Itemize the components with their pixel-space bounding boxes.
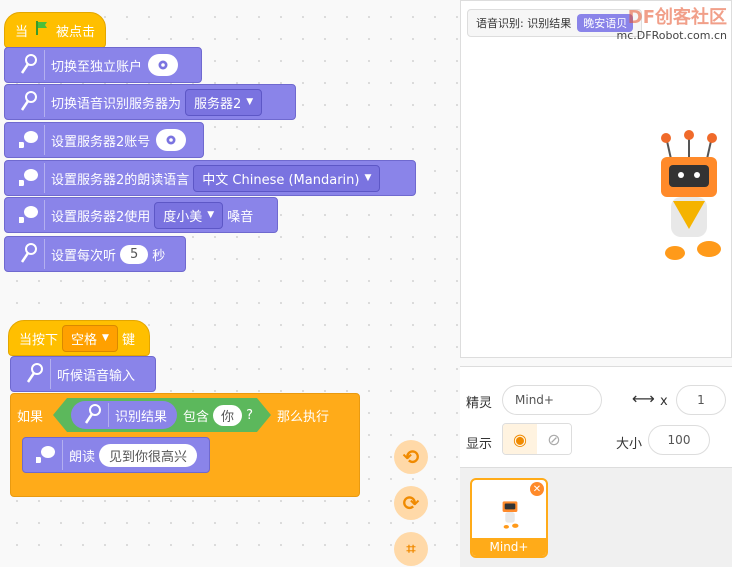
- size-label: 大小: [616, 437, 643, 452]
- thumb-name: Mind+: [472, 538, 546, 556]
- redo-icon[interactable]: ⟳: [394, 486, 428, 520]
- speak-text-input[interactable]: 见到你很高兴: [98, 443, 197, 467]
- microphone-icon: [19, 359, 51, 389]
- hat-post-text: 键: [121, 332, 135, 348]
- when-flag-clicked-block[interactable]: 当 被点击: [4, 12, 107, 48]
- switch-account-block[interactable]: 切换至独立账户: [4, 47, 202, 83]
- caret-down-icon: ▼: [246, 97, 254, 107]
- undo-icon[interactable]: ⟲: [394, 440, 428, 474]
- block-label: 朗读: [68, 449, 95, 465]
- block-label: 切换语音识别服务器为: [51, 96, 182, 112]
- gear-icon[interactable]: [148, 54, 179, 76]
- size-field[interactable]: 100: [648, 425, 710, 455]
- microphone-icon: [77, 403, 109, 427]
- dropdown-value: 度小美: [163, 209, 203, 225]
- caret-down-icon: ▼: [364, 173, 372, 183]
- block-label-post: 嗓音: [227, 209, 254, 225]
- seconds-input[interactable]: 5: [120, 244, 149, 264]
- watermark-title: DF创客社区: [627, 7, 727, 28]
- hat-pre-text: 当按下: [19, 332, 59, 348]
- delete-icon[interactable]: ✕: [530, 482, 544, 496]
- robot-sprite[interactable]: [653, 129, 725, 269]
- sprite-list: ✕ Mind+: [460, 467, 732, 567]
- set-server2-account-block[interactable]: 设置服务器2账号: [4, 122, 204, 158]
- eye-icon[interactable]: ◉: [503, 424, 537, 454]
- watermark-url: mc.DFRobot.com.cn: [616, 29, 727, 42]
- block-label: 设置服务器2使用: [51, 209, 151, 225]
- x-label: x: [660, 394, 668, 409]
- sprite-label: 精灵: [466, 396, 493, 411]
- then-label: 那么执行: [276, 409, 329, 425]
- block-label: 设置每次听: [51, 248, 117, 264]
- if-label: 如果: [17, 409, 44, 425]
- microphone-icon: [13, 239, 45, 269]
- dropdown-value: 服务器2: [194, 96, 242, 112]
- contains-condition[interactable]: 识别结果 包含 你 ?: [53, 398, 271, 432]
- stage-panel[interactable]: 语音识别: 识别结果 晚安语贝 DF创客社区 mc.DFRobot.com.cn: [460, 0, 732, 358]
- block-label: 设置服务器2的朗读语言: [51, 172, 190, 188]
- caret-down-icon: ▼: [207, 210, 215, 220]
- server-dropdown[interactable]: 服务器2 ▼: [185, 88, 263, 116]
- block-label: 听候语音输入: [57, 368, 136, 384]
- microphone-icon: [13, 87, 45, 117]
- key-dropdown[interactable]: 空格 ▼: [62, 324, 118, 352]
- monitor-label: 语音识别: 识别结果: [476, 17, 572, 30]
- recognition-result-reporter[interactable]: 识别结果: [71, 401, 177, 429]
- eye-slash-icon[interactable]: ⊘: [537, 424, 571, 454]
- robot-thumb-icon: [502, 501, 519, 529]
- sprite-name-field[interactable]: Mind+: [502, 385, 602, 415]
- watermark: DF创客社区 mc.DFRobot.com.cn: [617, 3, 727, 42]
- voice-dropdown[interactable]: 度小美 ▼: [154, 201, 224, 229]
- hat-clicked-text: 被点击: [56, 24, 96, 40]
- x-arrows-icon: ⟷: [632, 389, 655, 408]
- block-label-post: 秒: [152, 248, 166, 264]
- code-workspace[interactable]: 当 被点击 切换至独立账户 切换语音识别服务器为 服务器2 ▼ 设置服务器2账号 …: [0, 0, 458, 566]
- crop-icon[interactable]: ⌗: [394, 532, 428, 566]
- language-dropdown[interactable]: 中文 Chinese (Mandarin) ▼: [193, 164, 381, 192]
- show-label: 显示: [466, 437, 493, 452]
- if-header: 如果 识别结果 包含 你 ? 那么执行: [11, 394, 361, 436]
- green-flag-icon: [34, 20, 50, 40]
- hat-when-text: 当: [15, 24, 29, 40]
- dropdown-value: 空格: [71, 332, 98, 348]
- speech-bubble-icon: [13, 163, 45, 193]
- switch-server-block[interactable]: 切换语音识别服务器为 服务器2 ▼: [4, 84, 296, 120]
- speak-block[interactable]: 朗读 见到你很高兴: [22, 437, 210, 473]
- block-label: 设置服务器2账号: [51, 134, 151, 150]
- speech-bubble-icon: [13, 200, 45, 230]
- sprite-thumbnail[interactable]: ✕ Mind+: [470, 478, 548, 558]
- set-listen-duration-block[interactable]: 设置每次听 5 秒: [4, 236, 186, 272]
- result-label: 识别结果: [115, 409, 168, 425]
- sprite-panel: 精灵 Mind+ ⟷ x 1 显示 ◉ ⊘ 大小 100 ✕ Mind+: [460, 366, 732, 567]
- set-read-language-block[interactable]: 设置服务器2的朗读语言 中文 Chinese (Mandarin) ▼: [4, 160, 416, 196]
- word-input[interactable]: 你: [213, 405, 242, 426]
- block-label: 切换至独立账户: [51, 59, 143, 75]
- gear-icon[interactable]: [156, 129, 187, 151]
- set-voice-block[interactable]: 设置服务器2使用 度小美 ▼ 嗓音: [4, 197, 278, 233]
- when-key-pressed-block[interactable]: 当按下 空格 ▼ 键: [8, 320, 150, 356]
- speech-bubble-icon: [13, 125, 45, 155]
- dropdown-value: 中文 Chinese (Mandarin): [202, 172, 360, 188]
- x-field[interactable]: 1: [676, 385, 726, 415]
- microphone-icon: [13, 50, 45, 80]
- listen-voice-block[interactable]: 听候语音输入: [10, 356, 156, 392]
- caret-down-icon: ▼: [102, 333, 109, 343]
- contains-label: 包含: [183, 409, 210, 425]
- speech-bubble-icon: [31, 440, 63, 470]
- visibility-toggle: ◉ ⊘: [502, 423, 572, 455]
- question-mark: ?: [246, 407, 253, 423]
